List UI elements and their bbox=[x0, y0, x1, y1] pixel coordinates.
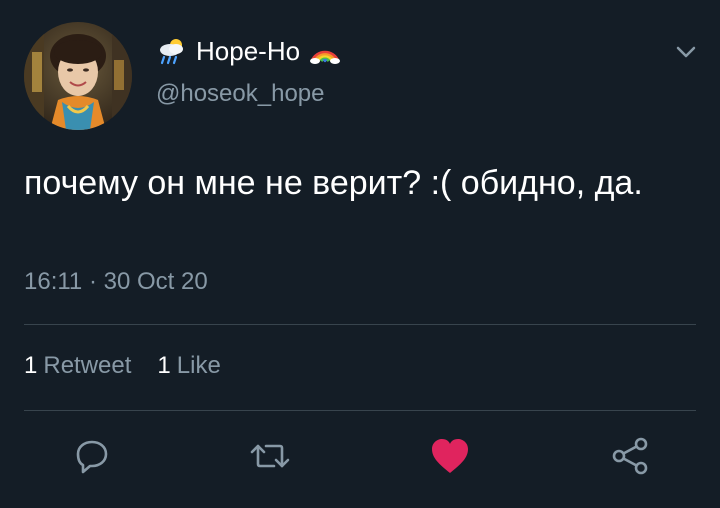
avatar[interactable] bbox=[24, 22, 132, 130]
likes-count: 1 bbox=[157, 352, 171, 379]
retweet-icon bbox=[248, 436, 292, 481]
rainbow-icon bbox=[308, 35, 341, 67]
retweets-count: 1 bbox=[24, 352, 38, 379]
like-button[interactable] bbox=[428, 436, 472, 480]
chevron-down-icon[interactable] bbox=[672, 38, 700, 66]
share-icon bbox=[608, 434, 652, 483]
display-name: Hope-Ho bbox=[196, 35, 301, 66]
share-button[interactable] bbox=[608, 436, 652, 480]
retweet-button[interactable] bbox=[248, 436, 292, 480]
reply-button[interactable] bbox=[70, 436, 114, 480]
tweet-actions bbox=[0, 436, 720, 480]
cloud-rain-sun-icon bbox=[156, 35, 188, 67]
divider bbox=[24, 324, 696, 325]
retweets-label: Retweet bbox=[43, 352, 132, 379]
likes-stat[interactable]: 1 Like bbox=[157, 352, 220, 380]
likes-label: Like bbox=[176, 352, 221, 379]
tweet-card: Hope-Ho @hoseok_hope почему он мне не ве… bbox=[0, 0, 720, 508]
divider bbox=[24, 410, 696, 411]
heart-icon bbox=[429, 436, 471, 481]
reply-icon bbox=[72, 436, 112, 481]
user-handle[interactable]: @hoseok_hope bbox=[156, 80, 325, 108]
tweet-text: почему он мне не верит? :( обидно, да. bbox=[24, 164, 643, 202]
tweet-timestamp[interactable]: 16:11 · 30 Oct 20 bbox=[24, 268, 208, 296]
tweet-stats: 1 Retweet 1 Like bbox=[24, 352, 221, 380]
user-name-row[interactable]: Hope-Ho bbox=[156, 34, 341, 68]
retweets-stat[interactable]: 1 Retweet bbox=[24, 352, 131, 380]
